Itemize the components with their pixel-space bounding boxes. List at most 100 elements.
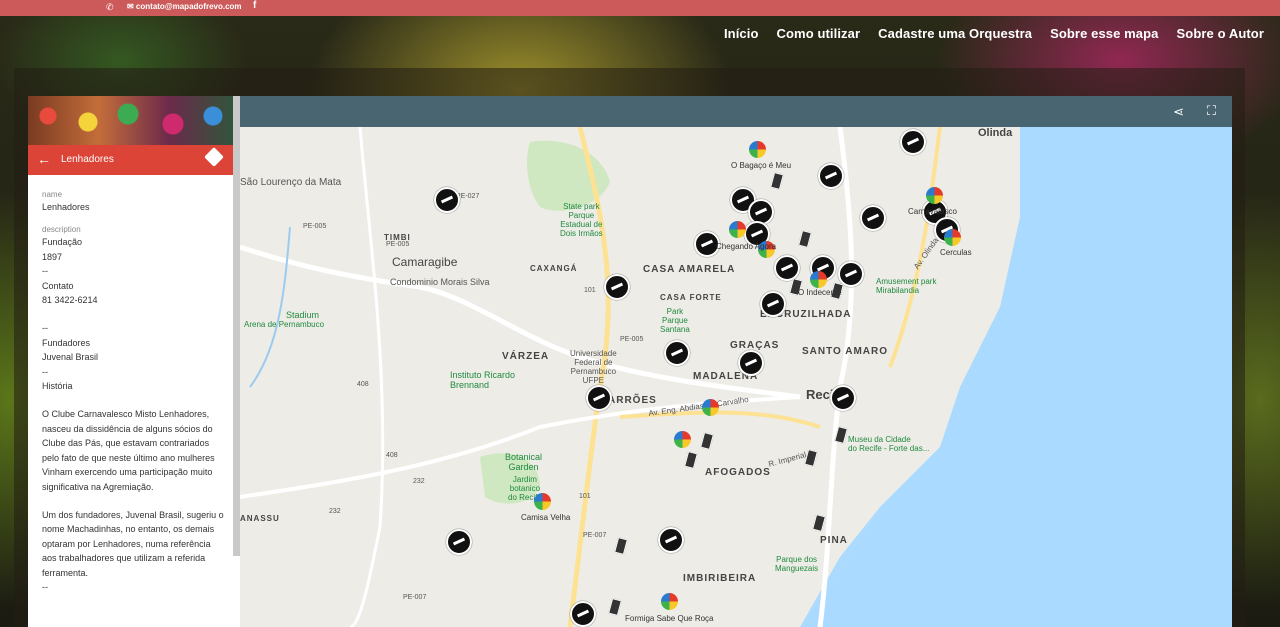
road-pe005-c: PE-005 — [620, 336, 644, 343]
desc-line: 81 3422-6214 — [42, 295, 98, 306]
nav-sobre-autor[interactable]: Sobre o Autor — [1177, 26, 1264, 41]
place-mirabilandia: Amusement park Mirabilandia — [876, 277, 937, 295]
place-parque-santana: Park Parque Santana — [660, 307, 690, 334]
hood-casa-amarela: CASA AMARELA — [643, 264, 736, 275]
place-state-park: State park Parque Estadual de Dois Irmão… — [560, 202, 603, 238]
nav-como-utilizar[interactable]: Como utilizar — [777, 26, 861, 41]
map-marker[interactable] — [586, 385, 612, 411]
hood-anassu: ANASSU — [240, 514, 280, 523]
marker-label: O Indecente — [798, 288, 842, 297]
umbrella-marker[interactable] — [944, 229, 961, 246]
marker-label: Carnavalesco — [908, 207, 957, 216]
hood-afogados: AFOGADOS — [705, 467, 771, 478]
marker-label: Cerculas — [940, 248, 972, 257]
hood-varzea: VÁRZEA — [502, 351, 550, 362]
desc-line: -- — [42, 581, 48, 592]
phone-icon[interactable]: ✆ — [106, 2, 114, 13]
umbrella-marker[interactable] — [702, 399, 719, 416]
map-marker[interactable] — [664, 340, 690, 366]
desc-line: História — [42, 381, 73, 392]
map-marker[interactable] — [738, 350, 764, 376]
hood-santo-amaro: SANTO AMARO — [802, 346, 888, 357]
place-camaragibe: Camaragibe — [392, 255, 458, 269]
map-marker[interactable] — [570, 601, 596, 627]
umbrella-marker[interactable] — [810, 271, 827, 288]
panel-body: name Lenhadores description Fundação 189… — [28, 175, 240, 594]
history-paragraph: Um dos fundadores, Juvenal Brasil, suger… — [42, 509, 224, 578]
map-marker[interactable] — [604, 274, 630, 300]
email-link[interactable]: ✉ contato@mapadofrevo.com — [127, 2, 242, 11]
field-value-name: Lenhadores — [42, 202, 90, 212]
panel-title: Lenhadores — [61, 154, 114, 165]
hood-imbiribeira: IMBIRIBEIRA — [683, 573, 757, 584]
umbrella-marker[interactable] — [926, 187, 943, 204]
directions-icon[interactable] — [204, 147, 224, 167]
marker-label: O Bagaço é Meu — [731, 161, 792, 170]
road-pe005-a: PE-005 — [303, 223, 327, 230]
hood-gracas: GRAÇAS — [730, 340, 780, 351]
umbrella-marker[interactable] — [674, 431, 691, 448]
desc-line: -- — [42, 366, 48, 377]
top-contact-bar: ✆ ✉ contato@mapadofrevo.com f — [0, 0, 1280, 16]
place-manguezais: Parque dos Manguezais — [775, 555, 819, 573]
road-232-b: 232 — [329, 508, 341, 515]
map-marker[interactable] — [658, 527, 684, 553]
map-marker[interactable] — [434, 187, 460, 213]
fullscreen-icon[interactable]: ⛶ — [1207, 103, 1216, 119]
desc-line: Fundadores — [42, 337, 91, 348]
history-paragraph: O Clube Carnavalesco Misto Lenhadores, n… — [42, 409, 215, 492]
marker-label: Chegando Agora — [716, 242, 777, 251]
place-stadium: Stadium — [286, 310, 320, 320]
panel-scrollbar[interactable] — [233, 96, 240, 556]
place-arena: Arena de Pernambuco — [244, 320, 325, 329]
nav-sobre-mapa[interactable]: Sobre esse mapa — [1050, 26, 1158, 41]
hood-casa-forte: CASA FORTE — [660, 293, 722, 302]
place-condominio: Condominio Morais Silva — [390, 277, 490, 287]
place-ufpe: Universidade Federal de Pernambuco UFPE — [570, 349, 617, 385]
map-marker[interactable] — [830, 385, 856, 411]
nav-inicio[interactable]: Início — [724, 26, 759, 41]
desc-line: Contato — [42, 280, 74, 291]
umbrella-marker[interactable] — [729, 221, 746, 238]
desc-line: Fundação — [42, 237, 83, 248]
nav-cadastre[interactable]: Cadastre uma Orquestra — [878, 26, 1032, 41]
main-nav: Início Como utilizar Cadastre uma Orques… — [724, 26, 1264, 41]
road-232-a: 232 — [413, 478, 425, 485]
field-label-description: description — [42, 225, 81, 235]
marker-label: Formiga Sabe Que Roça — [625, 614, 714, 623]
hood-caxanga: CAXANGÁ — [530, 264, 578, 273]
road-pe005-b: PE-005 — [386, 241, 410, 248]
place-museu: Museu da Cidade do Recife - Forte das... — [848, 435, 930, 453]
place-brennand: Instituto Ricardo Brennand — [450, 370, 516, 390]
back-arrow-icon[interactable]: ← — [37, 151, 51, 167]
road-pe007-b: PE-007 — [403, 594, 427, 601]
place-olinda: Olinda — [978, 127, 1013, 139]
road-pe007-a: PE-007 — [583, 532, 607, 539]
road-408-a: 408 — [357, 381, 369, 388]
desc-line-blank — [42, 307, 226, 321]
share-icon[interactable]: ⋖ — [1173, 104, 1184, 120]
umbrella-marker[interactable] — [749, 141, 766, 158]
map-marker[interactable] — [860, 205, 886, 231]
desc-line: -- — [42, 266, 48, 277]
place-botanical: Botanical Garden — [505, 452, 543, 472]
map-marker[interactable] — [818, 163, 844, 189]
panel-header: ← Lenhadores — [28, 145, 240, 175]
map-marker[interactable] — [446, 529, 472, 555]
desc-line: 1897 — [42, 251, 63, 262]
field-label-name: name — [42, 190, 63, 199]
umbrella-marker[interactable] — [534, 493, 551, 510]
umbrella-marker[interactable] — [661, 593, 678, 610]
desc-line: -- — [42, 323, 48, 334]
map-embed[interactable]: ⋖ ⛶ São Lourenço da Mata Camaragibe Cond… — [28, 96, 1232, 627]
map-marker[interactable] — [760, 291, 786, 317]
map-canvas[interactable]: São Lourenço da Mata Camaragibe Condomin… — [240, 127, 1232, 627]
road-408-b: 408 — [386, 452, 398, 459]
panel-photo — [28, 96, 240, 145]
facebook-icon[interactable]: f — [253, 0, 256, 11]
map-marker[interactable] — [900, 129, 926, 155]
hood-pina: PINA — [820, 535, 848, 546]
info-panel: ← Lenhadores name Lenhadores description… — [28, 96, 240, 627]
place-sao-lourenco: São Lourenço da Mata — [240, 177, 342, 188]
map-marker[interactable] — [774, 255, 800, 281]
